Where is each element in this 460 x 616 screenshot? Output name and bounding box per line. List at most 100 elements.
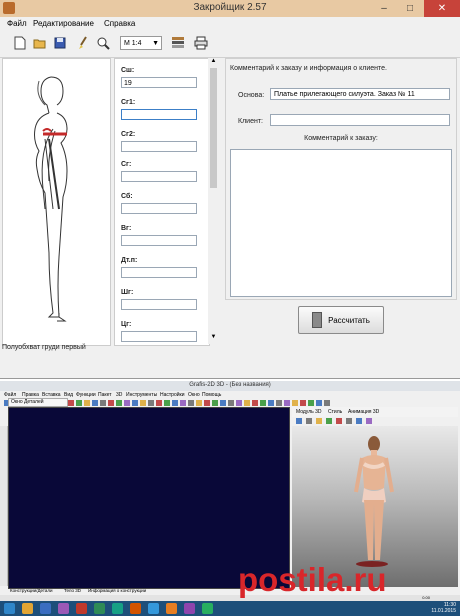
start-button-icon[interactable] bbox=[4, 603, 15, 614]
field-input[interactable] bbox=[121, 141, 197, 152]
field-input[interactable] bbox=[121, 235, 197, 246]
cad-tool-icon[interactable] bbox=[244, 400, 250, 406]
bottom-tab[interactable]: Информация о конструкции bbox=[88, 588, 146, 593]
view-tool-icon[interactable] bbox=[346, 418, 352, 424]
cad-menu-item[interactable]: 3D bbox=[116, 392, 122, 398]
cad-tool-icon[interactable] bbox=[164, 400, 170, 406]
cad-tool-icon[interactable] bbox=[220, 400, 226, 406]
cad-tool-icon[interactable] bbox=[140, 400, 146, 406]
app-icon[interactable] bbox=[112, 603, 123, 614]
minimize-button[interactable]: – bbox=[372, 0, 396, 17]
cad-menu-item[interactable]: Настройки bbox=[160, 392, 185, 398]
new-file-icon[interactable] bbox=[12, 35, 28, 51]
close-button[interactable]: ✕ bbox=[424, 0, 460, 17]
system-tray[interactable]: 11:30 11.01.2015 bbox=[431, 602, 456, 614]
side-toolbar[interactable] bbox=[0, 426, 8, 586]
cad-menu-item[interactable]: Пакет bbox=[98, 392, 112, 398]
cad-tool-icon[interactable] bbox=[236, 400, 242, 406]
cad-tool-icon[interactable] bbox=[92, 400, 98, 406]
bottom-tab[interactable]: Конструкции/Детали bbox=[10, 588, 53, 593]
app-icon[interactable] bbox=[130, 603, 141, 614]
cad-tool-icon[interactable] bbox=[132, 400, 138, 406]
cad-menu-item[interactable]: Помощь bbox=[202, 392, 221, 398]
explorer-icon[interactable] bbox=[22, 603, 33, 614]
maximize-button[interactable]: □ bbox=[398, 0, 422, 17]
app-icon[interactable] bbox=[166, 603, 177, 614]
cad-tool-icon[interactable] bbox=[284, 400, 290, 406]
brush-icon[interactable] bbox=[75, 35, 91, 51]
cad-tool-icon[interactable] bbox=[300, 400, 306, 406]
cad-menu-item[interactable]: Окно bbox=[188, 392, 200, 398]
view-tool-icon[interactable] bbox=[296, 418, 302, 424]
app-icon[interactable] bbox=[76, 603, 87, 614]
client-field[interactable] bbox=[270, 114, 450, 126]
cad-tool-icon[interactable] bbox=[204, 400, 210, 406]
cad-tool-icon[interactable] bbox=[148, 400, 154, 406]
printer-icon[interactable] bbox=[193, 35, 209, 51]
bottom-tab[interactable]: Тело 3D bbox=[64, 588, 81, 593]
menu-file[interactable]: Файл bbox=[7, 19, 27, 28]
cad-tool-icon[interactable] bbox=[316, 400, 322, 406]
fields-scrollbar[interactable]: ▲ ▼ bbox=[208, 58, 219, 344]
scroll-up-icon[interactable]: ▲ bbox=[208, 58, 219, 64]
save-disk-icon[interactable] bbox=[52, 35, 68, 51]
cad-tool-icon[interactable] bbox=[212, 400, 218, 406]
cad-tool-icon[interactable] bbox=[156, 400, 162, 406]
cad-tool-icon[interactable] bbox=[172, 400, 178, 406]
field-input[interactable] bbox=[121, 267, 197, 278]
cad-menu-item[interactable]: Функции bbox=[76, 392, 96, 398]
cad-menu-item[interactable]: Инструменты bbox=[126, 392, 157, 398]
media-icon[interactable] bbox=[58, 603, 69, 614]
app-icon[interactable] bbox=[94, 603, 105, 614]
view-tab[interactable]: Модуль 3D bbox=[296, 409, 322, 415]
field-input[interactable] bbox=[121, 109, 197, 120]
cad-tool-icon[interactable] bbox=[324, 400, 330, 406]
cad-tool-icon[interactable] bbox=[308, 400, 314, 406]
cad-tool-icon[interactable] bbox=[196, 400, 202, 406]
open-folder-icon[interactable] bbox=[32, 35, 48, 51]
view-tab[interactable]: Стиль bbox=[328, 409, 342, 415]
comment-textarea[interactable] bbox=[230, 149, 452, 297]
menu-edit[interactable]: Редактирование bbox=[33, 19, 94, 28]
view-tool-icon[interactable] bbox=[366, 418, 372, 424]
canvas-tab[interactable]: Окно Деталей bbox=[8, 398, 68, 407]
cad-tool-icon[interactable] bbox=[100, 400, 106, 406]
scale-select[interactable]: М 1:4 ▼ bbox=[120, 36, 162, 50]
app-icon[interactable] bbox=[202, 603, 213, 614]
calculate-button[interactable]: Рассчитать bbox=[298, 306, 384, 334]
zoom-icon[interactable] bbox=[95, 35, 111, 51]
cad-tool-icon[interactable] bbox=[276, 400, 282, 406]
menu-help[interactable]: Справка bbox=[104, 19, 135, 28]
cad-tool-icon[interactable] bbox=[180, 400, 186, 406]
skype-icon[interactable] bbox=[148, 603, 159, 614]
view-tool-icon[interactable] bbox=[316, 418, 322, 424]
view-tool-icon[interactable] bbox=[356, 418, 362, 424]
field-input[interactable] bbox=[121, 299, 197, 310]
cad-tool-icon[interactable] bbox=[188, 400, 194, 406]
cad-tool-icon[interactable] bbox=[292, 400, 298, 406]
basis-field[interactable]: Платье прилегающего силуэта. Заказ № 11 bbox=[270, 88, 450, 100]
view-tool-icon[interactable] bbox=[336, 418, 342, 424]
cad-tool-icon[interactable] bbox=[268, 400, 274, 406]
print-preview-icon[interactable] bbox=[170, 35, 186, 51]
cad-tool-icon[interactable] bbox=[108, 400, 114, 406]
cad-tool-icon[interactable] bbox=[260, 400, 266, 406]
view-tool-icon[interactable] bbox=[306, 418, 312, 424]
view-tool-icon[interactable] bbox=[326, 418, 332, 424]
scrollbar-thumb[interactable] bbox=[210, 68, 217, 188]
field-input[interactable] bbox=[121, 203, 197, 214]
cad-tool-icon[interactable] bbox=[116, 400, 122, 406]
field-input[interactable] bbox=[121, 171, 197, 182]
cad-tool-icon[interactable] bbox=[124, 400, 130, 406]
field-input[interactable]: 19 bbox=[121, 77, 197, 88]
cad-tool-icon[interactable] bbox=[228, 400, 234, 406]
field-input[interactable] bbox=[121, 331, 197, 342]
app-icon[interactable] bbox=[184, 603, 195, 614]
cad-tool-icon[interactable] bbox=[68, 400, 74, 406]
cad-tool-icon[interactable] bbox=[252, 400, 258, 406]
ie-icon[interactable] bbox=[40, 603, 51, 614]
scroll-down-icon[interactable]: ▼ bbox=[208, 334, 219, 340]
cad-tool-icon[interactable] bbox=[84, 400, 90, 406]
cad-tool-icon[interactable] bbox=[76, 400, 82, 406]
view-tab[interactable]: Анимация 3D bbox=[348, 409, 379, 415]
